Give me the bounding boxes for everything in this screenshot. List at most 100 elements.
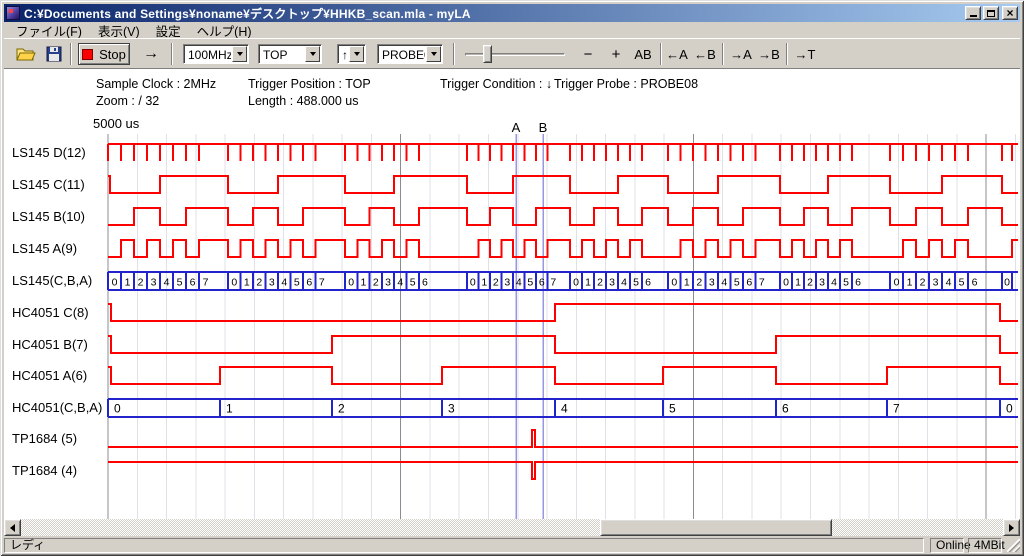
goto-trigger-button[interactable]: →T bbox=[792, 43, 818, 65]
ab-cursor-button[interactable]: AB bbox=[630, 43, 656, 65]
statusbar: レディ Online 4MBit bbox=[4, 537, 1020, 553]
minimize-button[interactable] bbox=[965, 6, 981, 20]
bus-value: 5 bbox=[734, 277, 740, 289]
toolbar-separator bbox=[171, 43, 173, 65]
bit-waveform bbox=[108, 176, 1018, 193]
chevron-down-icon bbox=[431, 52, 437, 56]
trigger-probe-combo[interactable]: PROBE00 bbox=[377, 44, 443, 64]
channel-label: LS145 A(9) bbox=[12, 241, 77, 256]
open-file-button[interactable] bbox=[16, 46, 36, 67]
scroll-left-button[interactable] bbox=[4, 519, 21, 536]
open-folder-icon bbox=[16, 46, 36, 62]
bus-value: 3 bbox=[819, 277, 825, 289]
trigger-position-combo[interactable]: TOP bbox=[258, 44, 322, 64]
status-message: レディ bbox=[4, 538, 924, 553]
bus-value: 3 bbox=[151, 277, 157, 289]
maximize-button[interactable] bbox=[983, 6, 999, 20]
toolbar: Stop → 100MHz TOP ↑ PROBE00 − + AB ←A bbox=[4, 38, 1020, 68]
scroll-right-button[interactable] bbox=[1003, 519, 1020, 536]
scrollbar-thumb[interactable] bbox=[600, 519, 832, 536]
bus-value: 0 bbox=[1006, 402, 1013, 416]
bus-value: 5 bbox=[410, 277, 416, 289]
bus-value: 0 bbox=[112, 277, 118, 289]
goto-a-right-button[interactable]: →A bbox=[728, 43, 754, 65]
chevron-down-icon bbox=[310, 52, 316, 56]
channel-tp1684-4: TP1684 (4) bbox=[12, 462, 1018, 479]
channel-ls145-bus: LS145(C,B,A)0123456701234567012345601234… bbox=[12, 272, 1018, 290]
bus-value: 4 bbox=[621, 277, 627, 289]
toolbar-separator bbox=[453, 43, 455, 65]
bus-value: 0 bbox=[573, 277, 579, 289]
bus-value: 3 bbox=[385, 277, 391, 289]
bit-waveform bbox=[108, 208, 1018, 225]
bus-value: 2 bbox=[920, 277, 926, 289]
bus-value: 3 bbox=[709, 277, 715, 289]
bus-value: 0 bbox=[114, 402, 121, 416]
toolbar-separator bbox=[70, 43, 72, 65]
zoom-out-button[interactable]: − bbox=[576, 43, 600, 65]
bus-value: 4 bbox=[721, 277, 727, 289]
bit-waveform bbox=[108, 240, 1018, 257]
goto-b-left-button[interactable]: ←B bbox=[692, 43, 718, 65]
maximize-icon bbox=[987, 10, 995, 17]
channel-label: HC4051 A(6) bbox=[12, 368, 87, 383]
minimize-icon bbox=[970, 15, 977, 17]
bus-value: 6 bbox=[972, 277, 978, 289]
toolbar-separator bbox=[722, 43, 724, 65]
trigger-condition-info: Trigger Condition : ↓ bbox=[440, 77, 552, 91]
close-icon: × bbox=[1003, 6, 1017, 20]
bus-value: 2 bbox=[597, 277, 603, 289]
toolbar-separator bbox=[786, 43, 788, 65]
channel-hc4051-c8: HC4051 C(8) bbox=[12, 304, 1018, 321]
bus-value: 4 bbox=[397, 277, 403, 289]
bus-value: 5 bbox=[294, 277, 300, 289]
trigger-position-value: TOP bbox=[263, 47, 304, 63]
channel-ls145-a9: LS145 A(9) bbox=[12, 240, 1018, 257]
bus-value: 6 bbox=[645, 277, 651, 289]
waveform-canvas[interactable]: AB5000 usLS145 D(12)LS145 C(11)LS145 B(1… bbox=[4, 113, 1020, 519]
bus-value: 5 bbox=[669, 402, 676, 416]
waveform-panel: Sample Clock : 2MHz Trigger Position : T… bbox=[4, 68, 1020, 519]
bus-value: 3 bbox=[269, 277, 275, 289]
trigger-edge-dropdown-button[interactable] bbox=[349, 46, 364, 62]
bus-value: 4 bbox=[946, 277, 952, 289]
app-icon bbox=[6, 6, 20, 20]
zoom-slider-thumb[interactable] bbox=[483, 45, 492, 63]
channel-hc4051-a6: HC4051 A(6) bbox=[12, 367, 1018, 384]
channel-label: LS145 C(11) bbox=[12, 177, 85, 192]
bus-value: 0 bbox=[783, 277, 789, 289]
bus-value: 7 bbox=[759, 277, 765, 289]
close-button[interactable]: × bbox=[1002, 6, 1018, 20]
sample-clock-info: Sample Clock : 2MHz bbox=[96, 77, 216, 91]
resize-grip[interactable] bbox=[1007, 539, 1020, 552]
horizontal-scrollbar[interactable] bbox=[4, 519, 1020, 536]
save-file-button[interactable] bbox=[46, 46, 62, 67]
bus-value: 2 bbox=[373, 277, 379, 289]
zoom-slider[interactable] bbox=[463, 43, 567, 65]
bus-value: 6 bbox=[306, 277, 312, 289]
channel-hc4051-b7: HC4051 B(7) bbox=[12, 336, 1018, 353]
trigger-probe-dropdown-button[interactable] bbox=[426, 46, 441, 62]
zoom-in-button[interactable]: + bbox=[604, 43, 628, 65]
bus-value: 5 bbox=[843, 277, 849, 289]
goto-b-right-button[interactable]: →B bbox=[756, 43, 782, 65]
bus-value: 4 bbox=[281, 277, 287, 289]
bus-value: 2 bbox=[138, 277, 144, 289]
status-memory: 4MBit bbox=[968, 538, 1002, 553]
bus-value: 0 bbox=[348, 277, 354, 289]
trigger-probe-value: PROBE00 bbox=[382, 47, 425, 63]
trigger-position-dropdown-button[interactable] bbox=[305, 46, 320, 62]
bus-value: 1 bbox=[684, 277, 690, 289]
bus-value: 1 bbox=[907, 277, 913, 289]
sample-clock-combo[interactable]: 100MHz bbox=[183, 44, 249, 64]
sample-clock-dropdown-button[interactable] bbox=[232, 46, 247, 62]
run-button[interactable]: → bbox=[138, 43, 164, 65]
channel-label: TP1684 (4) bbox=[12, 463, 77, 478]
menubar: ファイル(F) 表示(V) 設定 ヘルプ(H) bbox=[4, 22, 1020, 38]
channel-label: HC4051 B(7) bbox=[12, 337, 88, 352]
bus-value: 1 bbox=[795, 277, 801, 289]
stop-button[interactable]: Stop bbox=[78, 43, 130, 65]
channel-label: LS145 B(10) bbox=[12, 209, 85, 224]
trigger-edge-combo[interactable]: ↑ bbox=[337, 44, 366, 64]
goto-a-left-button[interactable]: ←A bbox=[664, 43, 690, 65]
